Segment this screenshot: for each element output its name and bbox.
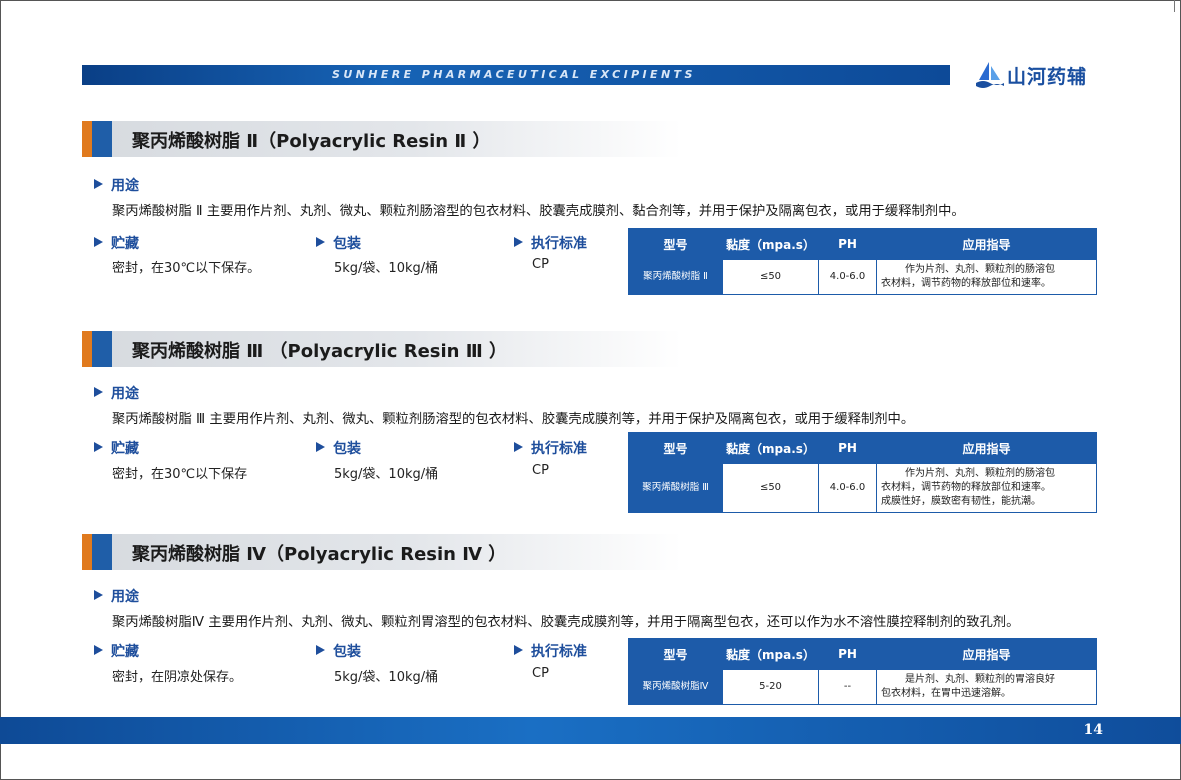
triangle-bullet-icon xyxy=(94,387,103,397)
guide-cell: 作为片剂、丸剂、颗粒剂的肠溶包 衣材料，调节药物的释放部位和速率。 xyxy=(876,259,1097,295)
brand-logo: 山河药辅 xyxy=(975,58,1095,90)
usage-text: 聚丙烯酸树脂 Ⅱ 主要用作片剂、丸剂、微丸、颗粒剂肠溶型的包衣材料、胶囊壳成膜剂… xyxy=(112,204,965,219)
section-title: 聚丙烯酸树脂 Ⅳ（Polyacrylic Resin Ⅳ ） xyxy=(132,544,507,565)
column-header-viscosity: 黏度（mpa.s） xyxy=(722,228,819,260)
triangle-bullet-icon xyxy=(94,590,103,600)
package-label: 包装 xyxy=(316,233,361,253)
column-header-model: 型号 xyxy=(628,228,723,260)
package-value: 5kg/袋、10kg/桶 xyxy=(334,467,439,482)
usage-label: 用途 xyxy=(94,586,139,606)
column-header-viscosity: 黏度（mpa.s） xyxy=(722,432,819,464)
standard-label: 执行标准 xyxy=(514,233,587,253)
guide-line: 包衣材料，在胃中迅速溶解。 xyxy=(881,688,1011,699)
triangle-bullet-icon xyxy=(514,442,523,452)
sail-logo-icon xyxy=(976,62,1004,88)
triangle-bullet-icon xyxy=(94,442,103,452)
spec-table: 型号 黏度（mpa.s） PH 应用指导 聚丙烯酸树脂 Ⅱ ≤50 4.0-6.… xyxy=(628,228,1097,295)
header-banner: SUNHERE PHARMACEUTICAL EXCIPIENTS xyxy=(82,65,950,85)
column-header-ph: PH xyxy=(818,432,877,464)
table-row: 聚丙烯酸树脂 Ⅱ ≤50 4.0-6.0 作为片剂、丸剂、颗粒剂的肠溶包 衣材料… xyxy=(628,259,1097,295)
spec-table: 型号 黏度（mpa.s） PH 应用指导 聚丙烯酸树脂Ⅳ 5-20 -- 是片剂… xyxy=(628,638,1097,705)
guide-line: 衣材料，调节药物的释放部位和速率。 xyxy=(881,482,1051,493)
ph-cell: 4.0-6.0 xyxy=(818,259,877,295)
title-accent-orange xyxy=(82,534,92,570)
package-label: 包装 xyxy=(316,641,361,661)
usage-text: 聚丙烯酸树脂Ⅳ 主要用作片剂、丸剂、微丸、颗粒剂胃溶型的包衣材料、胶囊壳成膜剂等… xyxy=(112,615,1020,630)
table-row: 聚丙烯酸树脂 Ⅲ ≤50 4.0-6.0 作为片剂、丸剂、颗粒剂的肠溶包 衣材料… xyxy=(628,463,1097,513)
section-title: 聚丙烯酸树脂 Ⅲ （Polyacrylic Resin Ⅲ ） xyxy=(132,341,508,362)
usage-text: 聚丙烯酸树脂 Ⅲ 主要用作片剂、丸剂、微丸、颗粒剂肠溶型的包衣材料、胶囊壳成膜剂… xyxy=(112,412,915,427)
standard-label: 执行标准 xyxy=(514,641,587,661)
triangle-bullet-icon xyxy=(316,442,325,452)
column-header-model: 型号 xyxy=(628,638,723,670)
storage-value: 密封，在阴凉处保存。 xyxy=(112,670,243,685)
crop-mark xyxy=(1174,0,1175,12)
storage-label: 贮藏 xyxy=(94,641,139,661)
viscosity-cell: ≤50 xyxy=(722,463,819,513)
column-header-guide: 应用指导 xyxy=(876,638,1097,670)
usage-label: 用途 xyxy=(94,175,139,195)
header-banner-text: SUNHERE PHARMACEUTICAL EXCIPIENTS xyxy=(332,68,696,81)
standard-value: CP xyxy=(532,257,549,272)
standard-value: CP xyxy=(532,666,549,681)
guide-line: 成膜性好，膜致密有韧性，能抗潮。 xyxy=(881,496,1041,507)
triangle-bullet-icon xyxy=(514,645,523,655)
guide-cell: 是片剂、丸剂、颗粒剂的胃溶良好 包衣材料，在胃中迅速溶解。 xyxy=(876,669,1097,705)
guide-line: 衣材料，调节药物的释放部位和速率。 xyxy=(881,278,1051,289)
guide-cell: 作为片剂、丸剂、颗粒剂的肠溶包 衣材料，调节药物的释放部位和速率。 成膜性好，膜… xyxy=(876,463,1097,513)
guide-line: 是片剂、丸剂、颗粒剂的胃溶良好 xyxy=(905,674,1055,685)
storage-label: 贮藏 xyxy=(94,233,139,253)
viscosity-cell: ≤50 xyxy=(722,259,819,295)
title-accent-orange xyxy=(82,331,92,367)
triangle-bullet-icon xyxy=(94,645,103,655)
usage-label: 用途 xyxy=(94,383,139,403)
title-accent-orange xyxy=(82,121,92,157)
title-accent-blue xyxy=(92,331,112,367)
model-cell: 聚丙烯酸树脂 Ⅱ xyxy=(628,259,723,295)
ph-cell: 4.0-6.0 xyxy=(818,463,877,513)
table-row: 聚丙烯酸树脂Ⅳ 5-20 -- 是片剂、丸剂、颗粒剂的胃溶良好 包衣材料，在胃中… xyxy=(628,669,1097,705)
triangle-bullet-icon xyxy=(94,179,103,189)
column-header-model: 型号 xyxy=(628,432,723,464)
package-value: 5kg/袋、10kg/桶 xyxy=(334,261,439,276)
storage-value: 密封，在30℃以下保存。 xyxy=(112,261,261,276)
package-label: 包装 xyxy=(316,438,361,458)
column-header-ph: PH xyxy=(818,228,877,260)
column-header-viscosity: 黏度（mpa.s） xyxy=(722,638,819,670)
storage-value: 密封，在30℃以下保存 xyxy=(112,467,248,482)
footer-bar: 14 xyxy=(0,717,1181,744)
triangle-bullet-icon xyxy=(316,237,325,247)
spec-table: 型号 黏度（mpa.s） PH 应用指导 聚丙烯酸树脂 Ⅲ ≤50 4.0-6.… xyxy=(628,432,1097,513)
guide-line: 作为片剂、丸剂、颗粒剂的肠溶包 xyxy=(905,468,1055,479)
column-header-guide: 应用指导 xyxy=(876,228,1097,260)
storage-label: 贮藏 xyxy=(94,438,139,458)
package-value: 5kg/袋、10kg/桶 xyxy=(334,670,439,685)
viscosity-cell: 5-20 xyxy=(722,669,819,705)
model-cell: 聚丙烯酸树脂Ⅳ xyxy=(628,669,723,705)
model-cell: 聚丙烯酸树脂 Ⅲ xyxy=(628,463,723,513)
triangle-bullet-icon xyxy=(514,237,523,247)
triangle-bullet-icon xyxy=(94,237,103,247)
section-title: 聚丙烯酸树脂 Ⅱ（Polyacrylic Resin Ⅱ ） xyxy=(132,131,491,152)
title-accent-blue xyxy=(92,121,112,157)
page-number: 14 xyxy=(1083,722,1103,738)
brand-name: 山河药辅 xyxy=(1007,66,1088,88)
standard-value: CP xyxy=(532,463,549,478)
guide-line: 作为片剂、丸剂、颗粒剂的肠溶包 xyxy=(905,264,1055,275)
ph-cell: -- xyxy=(818,669,877,705)
standard-label: 执行标准 xyxy=(514,438,587,458)
title-accent-blue xyxy=(92,534,112,570)
column-header-guide: 应用指导 xyxy=(876,432,1097,464)
triangle-bullet-icon xyxy=(316,645,325,655)
column-header-ph: PH xyxy=(818,638,877,670)
